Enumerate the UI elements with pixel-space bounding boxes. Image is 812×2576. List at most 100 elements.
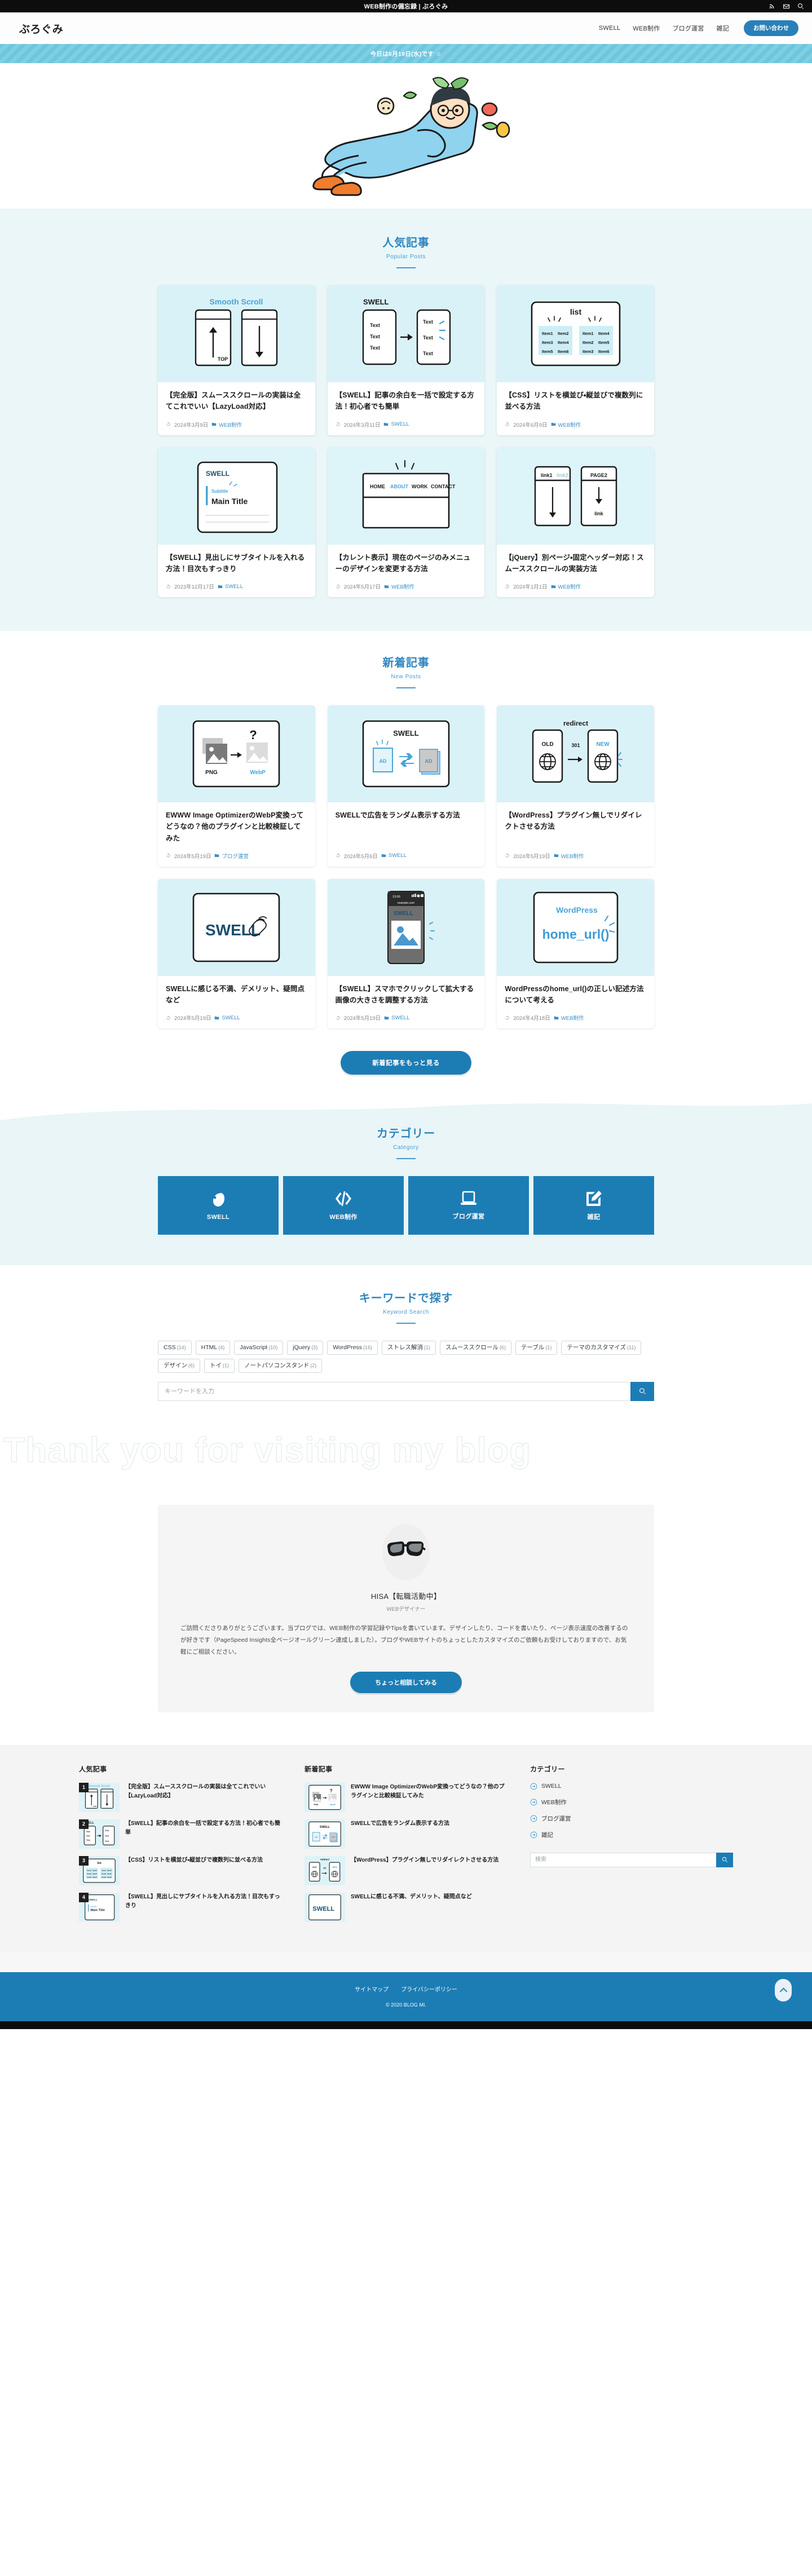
post-card[interactable]: SWELL Subtitle Main Title 【SWELL】見出しにサブタ…: [158, 447, 315, 597]
post-title[interactable]: SWELLに感じる不満、デメリット、疑問点など: [166, 983, 307, 1006]
mail-icon[interactable]: [783, 3, 790, 10]
update-icon: [336, 422, 340, 426]
post-title[interactable]: 【CSS】リストを横並び・縦並びで複数列に並べる方法: [505, 390, 646, 413]
category-tile-zakki[interactable]: 雑記: [533, 1176, 654, 1235]
tag-css[interactable]: CSS (14): [158, 1341, 192, 1355]
folder-icon: [554, 1016, 559, 1019]
post-card[interactable]: redirect OLD 301 NEW 【WordPress】プラグイン無しで…: [497, 705, 654, 867]
svg-text:SWELL: SWELL: [206, 470, 230, 478]
post-title[interactable]: 【SWELL】記事の余白を一括で設定する方法！初心者でも簡単: [336, 390, 477, 413]
post-category[interactable]: WEB制作: [384, 582, 414, 590]
popular-posts-grid-row1: Smooth Scroll TOP 【完全版】スムーススクロールの実装は全てこれ…: [158, 285, 654, 435]
footer-links: サイトマップ プライバシーポリシー: [0, 1985, 812, 1993]
search-input[interactable]: [158, 1381, 630, 1401]
footer-search-button[interactable]: [716, 1852, 733, 1867]
post-category[interactable]: SWELL: [381, 852, 407, 859]
footer-search-input[interactable]: [530, 1852, 716, 1867]
footer-link-sitemap[interactable]: サイトマップ: [355, 1985, 389, 1993]
category-tile-label: SWELL: [206, 1213, 230, 1221]
svg-text:Main Title: Main Title: [211, 497, 248, 506]
post-title[interactable]: 【完全版】スムーススクロールの実装は全てこれでいい【LazyLoad対応】: [166, 390, 307, 413]
footer-category-item[interactable]: ブログ運営: [530, 1814, 733, 1823]
post-title[interactable]: EWWW Image OptimizerのWebP変換ってどうなの？他のプラグイ…: [166, 810, 307, 844]
heading-rule: [396, 1158, 416, 1160]
post-card[interactable]: link1 link2 PAGE2 link 【jQuery】別ページ・固定ヘッ…: [497, 447, 654, 597]
post-card[interactable]: 13:00 example.com SWELL 【SWELL】スマホでクリックし…: [327, 878, 485, 1029]
back-to-top-button[interactable]: [775, 1978, 792, 2001]
footer-bottom-strip: [0, 2021, 812, 2029]
footer-new-item[interactable]: ? PNG WebP EWWW Image OptimizerのWebP変換って…: [304, 1782, 508, 1812]
thank-you-watermark: Thank you for visiting my blog: [0, 1417, 812, 1484]
post-category[interactable]: WEB制作: [551, 582, 581, 590]
post-card[interactable]: Smooth Scroll TOP 【完全版】スムーススクロールの実装は全てこれ…: [158, 285, 315, 435]
post-category[interactable]: ブログ運営: [214, 852, 249, 860]
footer-rank-item[interactable]: 1 Smooth Scroll TOP 【完全版】スムーススクロールの実装は全て…: [79, 1782, 282, 1812]
site-logo[interactable]: ぶろぐみ: [19, 21, 63, 36]
post-category[interactable]: WEB制作: [554, 852, 584, 860]
tag-javascript[interactable]: JavaScript (10): [234, 1341, 284, 1355]
footer-link-privacy[interactable]: プライバシーポリシー: [401, 1985, 457, 1993]
tag-wordpress[interactable]: WordPress (16): [327, 1341, 378, 1355]
post-card[interactable]: HOME ABOUT WORK CONTACT 【カレント表示】現在のページのみ…: [327, 447, 485, 597]
post-date: 2024年4月18日: [513, 1015, 550, 1022]
post-category[interactable]: SWELL: [214, 1015, 240, 1021]
post-card[interactable]: WordPress home_url() WordPressのhome_url(…: [497, 878, 654, 1029]
tag-table[interactable]: テーブル (1): [515, 1341, 558, 1355]
post-title[interactable]: WordPressのhome_url()の正しい記述方法について考える: [505, 983, 646, 1006]
post-title[interactable]: SWELLで広告をランダム表示する方法: [336, 810, 477, 821]
post-category[interactable]: WEB制作: [554, 1014, 584, 1022]
footer-rank-item[interactable]: 2 SWELL Text Text Text Text Text Text 【SWELL…: [79, 1819, 282, 1849]
post-title[interactable]: 【カレント表示】現在のページのみメニューのデザインを変更する方法: [336, 552, 477, 575]
tag-laptop-stand[interactable]: ノートパソコンスタンド (2): [239, 1358, 323, 1373]
post-card[interactable]: SWELL SWELLに感じる不満、デメリット、疑問点など 2024年5月19日: [158, 878, 315, 1029]
new-posts-grid-row1: ? PNG WebP EWWW Image OptimizerのWebP変換って…: [158, 705, 654, 867]
post-card[interactable]: SWELL Text Text Text Text Text Text 【SWE…: [327, 285, 485, 435]
footer-new-item[interactable]: redirect OLD 301 NEW 【WordPress】プラグイン無しで…: [304, 1855, 508, 1885]
post-card[interactable]: ? PNG WebP EWWW Image OptimizerのWebP変換って…: [158, 705, 315, 867]
nav-item-blog[interactable]: ブログ運営: [672, 24, 704, 33]
post-title[interactable]: 【jQuery】別ページ・固定ヘッダー対応！スムーススクロールの実装方法: [505, 552, 646, 575]
post-category[interactable]: SWELL: [383, 421, 409, 427]
footer-category-item[interactable]: SWELL: [530, 1783, 733, 1790]
tag-theme-customize[interactable]: テーマのカスタマイズ (11): [561, 1341, 642, 1355]
folder-icon: [218, 585, 223, 588]
post-category[interactable]: WEB制作: [551, 421, 581, 428]
category-tile-blog[interactable]: ブログ運営: [408, 1176, 529, 1235]
tag-design[interactable]: デザイン (6): [158, 1358, 200, 1373]
category-tile-web[interactable]: WEB制作: [283, 1176, 404, 1235]
search-submit-button[interactable]: [630, 1381, 654, 1401]
post-card[interactable]: SWELL AD AD SWELLで広告をランダム表示する方法 2024年5月6…: [327, 705, 485, 867]
post-card[interactable]: list Item1 Item2 Item3 Item4 Item5 Item6 It…: [497, 285, 654, 435]
footer-rank-item[interactable]: 4 SWELL Subtitle Main Title 【SWELL】見出しにサ…: [79, 1892, 282, 1922]
svg-text:WORK: WORK: [412, 484, 428, 489]
tag-stress[interactable]: ストレス解消 (1): [381, 1341, 436, 1355]
footer-category-item[interactable]: WEB制作: [530, 1798, 733, 1806]
tag-html[interactable]: HTML (4): [195, 1341, 231, 1355]
footer-category-item[interactable]: 雑記: [530, 1831, 733, 1839]
post-category[interactable]: WEB制作: [211, 421, 242, 428]
footer-new-item[interactable]: SWELL SWELLに感じる不満、デメリット、疑問点など: [304, 1892, 508, 1922]
profile-role: WEBデザイナー: [386, 1606, 426, 1612]
post-category[interactable]: SWELL: [384, 1015, 409, 1021]
nav-item-zakki[interactable]: 雑記: [717, 24, 729, 33]
tag-jquery[interactable]: jQuery (3): [287, 1341, 324, 1355]
nav-item-web[interactable]: WEB制作: [633, 24, 660, 33]
profile-consult-button[interactable]: ちょっと相談してみる: [350, 1671, 462, 1693]
svg-text:SWELL: SWELL: [393, 729, 419, 737]
category-heading-ja: カテゴリー: [377, 1128, 435, 1141]
rss-icon[interactable]: [769, 3, 775, 10]
more-new-posts-button[interactable]: 新着記事をもっと見る: [341, 1051, 471, 1075]
post-title[interactable]: 【SWELL】見出しにサブタイトルを入れる方法！目次もすっきり: [166, 552, 307, 575]
tag-smooth-scroll[interactable]: スムーススクロール (6): [439, 1341, 511, 1355]
footer-rank-item[interactable]: 3 list Item1 Item2 Item3 Item4 Item5 Item6 …: [79, 1855, 282, 1885]
contact-button[interactable]: お問い合わせ: [744, 20, 798, 37]
post-category[interactable]: SWELL: [218, 584, 243, 590]
footer-new-item[interactable]: SWELL AD AD SWELLで広告をランダム表示する方法: [304, 1819, 508, 1849]
newposts-heading-ja: 新着記事: [382, 657, 430, 669]
search-icon[interactable]: [797, 3, 804, 10]
post-title[interactable]: 【WordPress】プラグイン無しでリダイレクトさせる方法: [505, 810, 646, 833]
post-title[interactable]: 【SWELL】スマホでクリックして拡大する画像の大きさを調整する方法: [336, 983, 477, 1006]
tag-toy[interactable]: トイ (1): [204, 1358, 235, 1373]
category-tile-swell[interactable]: SWELL: [158, 1176, 279, 1235]
nav-item-swell[interactable]: SWELL: [599, 25, 620, 32]
